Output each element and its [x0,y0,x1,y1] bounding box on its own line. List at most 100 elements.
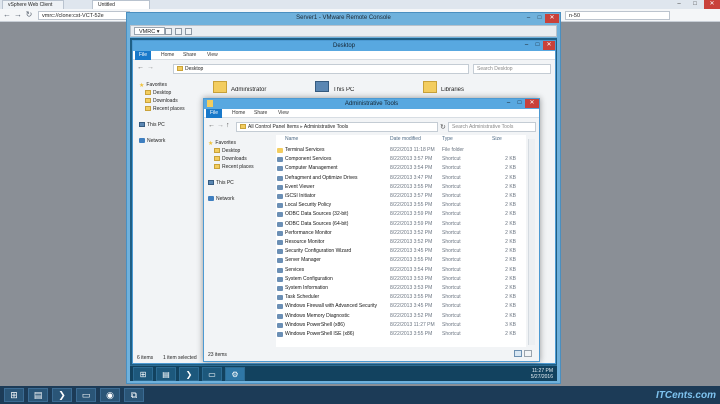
admin-address-bar[interactable]: All Control Panel Items ▸ Administrative… [236,122,438,132]
admin-ribbon-home[interactable]: Home [228,109,249,118]
admin-minimize-button[interactable]: – [503,99,514,108]
admin-ribbon-file[interactable]: File [206,109,223,118]
reload-icon[interactable]: ↻ [24,10,34,20]
admin-forward-arrow-icon[interactable]: → [217,122,224,129]
admin-maximize-button[interactable]: □ [514,99,525,108]
admin-nav-favorites[interactable]: ★ Favorites [208,140,270,148]
refresh-icon[interactable]: ↻ [440,123,446,131]
desktop-forward-arrow-icon[interactable]: → [147,64,154,71]
desktop-nav-favorites[interactable]: ★ Favorites [139,82,199,90]
table-row[interactable]: Terminal Services 8/22/2013 11:18 PM File … [276,146,518,155]
send-keys-icon[interactable] [175,28,182,35]
table-row[interactable]: System Information 8/22/2013 3:53 PM Short… [276,284,518,293]
host-tab-vsphere[interactable]: vSphere Web Client [2,0,64,9]
admin-nav-network[interactable]: Network [208,196,270,204]
admin-nav-this-pc[interactable]: This PC [208,180,270,188]
admin-up-arrow-icon[interactable]: ↑ [226,122,230,129]
host-server-manager-icon[interactable]: ▤ [28,388,48,402]
desktop-nav-this-pc[interactable]: This PC [139,122,199,130]
host-vmware-icon[interactable]: ⧉ [124,388,144,402]
desktop-nav-network[interactable]: Network [139,138,199,146]
table-row[interactable]: Computer Management 8/22/2013 3:54 PM Shor… [276,164,518,173]
table-row[interactable]: Event Viewer 8/22/2013 3:55 PM Shortcut 2 K… [276,183,518,192]
vmrc-minimize-button[interactable]: – [523,14,534,23]
back-arrow-icon[interactable]: ← [2,10,12,20]
admin-back-arrow-icon[interactable]: ← [208,122,215,129]
table-row[interactable]: Windows PowerShell (x86) 8/22/2013 11:27 … [276,321,518,330]
cell-type: Shortcut [442,183,461,190]
admin-nav-recent[interactable]: Recent places [208,164,270,172]
desktop-ribbon-file[interactable]: File [135,51,152,60]
host-explorer-icon[interactable]: ▭ [76,388,96,402]
host-address-tail[interactable]: n-50 [565,11,670,20]
desktop-nav-downloads[interactable]: Downloads [139,98,199,106]
vmrc-maximize-button[interactable]: □ [534,14,545,23]
admin-nav-desktop[interactable]: Desktop [208,148,270,156]
host-address-input[interactable]: vmrc://clone:cst-VCT-52e [38,11,130,20]
details-view-icon[interactable] [514,350,522,357]
column-header-date[interactable]: Date modified [390,135,421,143]
table-row[interactable]: System Configuration 8/22/2013 3:53 PM Sho… [276,275,518,284]
table-row[interactable]: Services 8/22/2013 3:54 PM Shortcut 2 KB [276,266,518,275]
column-header-size[interactable]: Size [492,135,502,143]
vmrc-menu-button[interactable]: VMRC ▾ [134,27,165,35]
admin-close-button[interactable]: ✕ [525,99,539,108]
table-row[interactable]: Windows Memory Diagnostic 8/22/2013 3:52 … [276,312,518,321]
host-close-button[interactable]: ✕ [704,0,720,9]
table-row[interactable]: iSCSI Initiator 8/22/2013 3:57 PM Shortcut… [276,192,518,201]
admin-status-count: 23 items [208,352,227,358]
table-row[interactable]: Server Manager 8/22/2013 3:55 PM Shortcut 2… [276,256,518,265]
desktop-back-arrow-icon[interactable]: ← [137,64,144,71]
table-row[interactable]: Windows Firewall with Advanced Security 8… [276,302,518,311]
cell-size: 3 KB [505,321,516,328]
host-minimize-button[interactable]: – [672,0,686,9]
guest-clock[interactable]: 11:27 PM 5/27/2016 [517,368,553,380]
large-icons-view-icon[interactable] [524,350,532,357]
host-powershell-icon[interactable]: ❯ [52,388,72,402]
desktop-ribbon-home[interactable]: Home [157,51,178,60]
vmrc-title: Server1 - VMware Remote Console [296,15,391,21]
admin-ribbon-share[interactable]: Share [250,109,271,118]
forward-arrow-icon[interactable]: → [13,10,23,20]
pause-icon[interactable] [165,28,172,35]
table-row[interactable]: Component Services 8/22/2013 3:57 PM Short… [276,155,518,164]
admin-scrollbar[interactable] [528,139,535,345]
host-start-icon[interactable]: ⊞ [4,388,24,402]
desktop-close-button[interactable]: ✕ [543,41,555,50]
desktop-minimize-button[interactable]: – [521,41,532,50]
admin-tools-taskbar-icon[interactable]: ⚙ [225,367,245,381]
table-row[interactable]: Security Configuration Wizard 8/22/2013 3… [276,247,518,256]
desktop-address-bar[interactable]: Desktop [173,64,469,74]
server-manager-icon[interactable]: ▤ [156,367,176,381]
admin-nav-downloads[interactable]: Downloads [208,156,270,164]
table-row[interactable]: Task Scheduler 8/22/2013 3:55 PM Shortcut 2… [276,293,518,302]
desktop-nav-desktop[interactable]: Desktop [139,90,199,98]
desktop-ribbon-share[interactable]: Share [179,51,200,60]
column-header-name[interactable]: Name [285,135,298,143]
desktop-maximize-button[interactable]: □ [532,41,543,50]
fullscreen-icon[interactable] [185,28,192,35]
desktop-ribbon-view[interactable]: View [203,51,222,60]
admin-ribbon-view[interactable]: View [274,109,293,118]
admin-search-input[interactable]: Search Administrative Tools [448,122,536,132]
table-row[interactable]: ODBC Data Sources (64-bit) 8/22/2013 3:59… [276,220,518,229]
recent-places-icon [214,164,220,169]
column-header-type[interactable]: Type [442,135,453,143]
vmrc-close-button[interactable]: ✕ [545,14,559,23]
desktop-nav-recent[interactable]: Recent places [139,106,199,114]
table-row[interactable]: Local Security Policy 8/22/2013 3:55 PM Sh… [276,201,518,210]
windows-start-icon[interactable]: ⊞ [133,367,153,381]
host-maximize-button[interactable]: □ [688,0,702,9]
desktop-item-this-pc-label: This PC [333,87,355,93]
table-row[interactable]: Windows PowerShell ISE (x86) 8/22/2013 3:… [276,330,518,339]
table-row[interactable]: Performance Monitor 8/22/2013 3:52 PM Shor… [276,229,518,238]
file-explorer-icon[interactable]: ▭ [202,367,222,381]
host-chrome-icon[interactable]: ◉ [100,388,120,402]
powershell-icon[interactable]: ❯ [179,367,199,381]
host-tab-untitled[interactable]: Untitled [92,0,150,9]
table-row[interactable]: Defragment and Optimize Drives 8/22/2013 … [276,174,518,183]
table-row[interactable]: ODBC Data Sources (32-bit) 8/22/2013 3:59… [276,210,518,219]
desktop-search-input[interactable]: Search Desktop [473,64,551,74]
table-row[interactable]: Resource Monitor 8/22/2013 3:52 PM Shortcu… [276,238,518,247]
admin-nav-recent-label: Recent places [222,164,254,170]
